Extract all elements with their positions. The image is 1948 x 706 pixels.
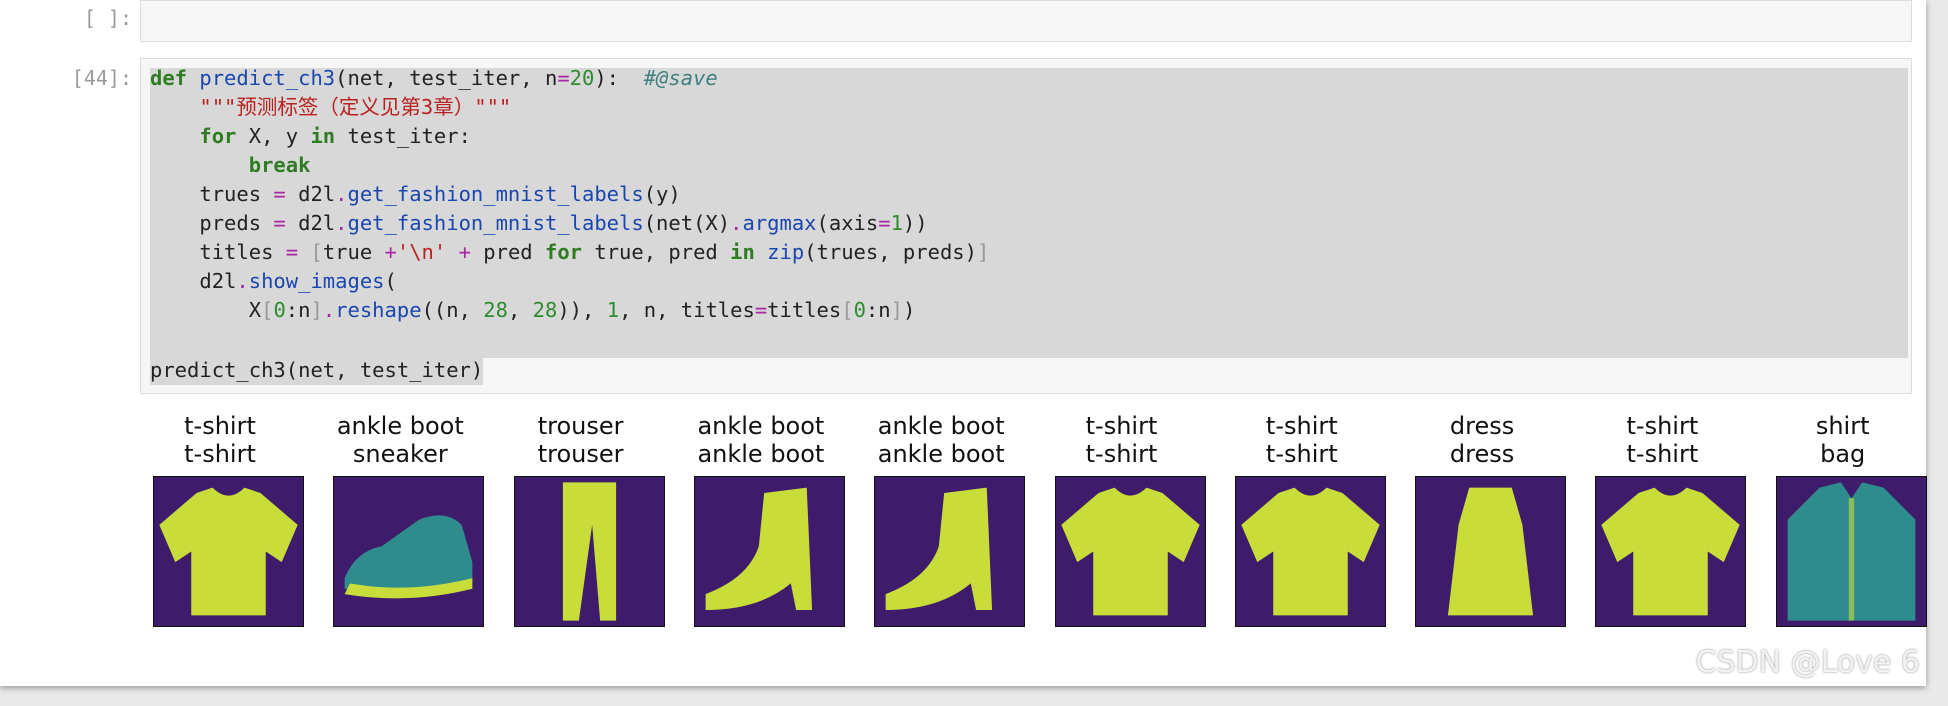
pred-label: ankle boot <box>697 440 825 468</box>
output-image-item: t-shirt t-shirt <box>1042 400 1206 627</box>
image-caption: t-shirt t-shirt <box>1222 412 1382 484</box>
watermark: CSDN @Love 6 <box>1695 645 1920 680</box>
true-label: dress <box>1449 412 1515 440</box>
output-image-item: dress dress <box>1402 400 1567 627</box>
tshirt-icon <box>1234 476 1386 627</box>
image-caption: t-shirt t-shirt <box>1042 412 1202 484</box>
notebook: [ ]: [44]: def predict_ch3(net, test_ite… <box>0 0 1927 686</box>
sneaker-icon <box>333 476 485 627</box>
true-label: ankle boot <box>336 412 464 440</box>
output-image-item: ankle boot sneaker <box>320 400 485 627</box>
image-caption: shirt bag <box>1763 412 1923 484</box>
pred-label: bag <box>1820 440 1866 468</box>
image-caption: ankle boot sneaker <box>320 412 480 484</box>
true-label: ankle boot <box>697 412 825 440</box>
shirt-icon <box>1775 476 1927 627</box>
output-image-item: ankle boot ankle boot <box>861 400 1026 627</box>
cell-prompt-empty: [ ]: <box>83 6 132 30</box>
true-label: t-shirt <box>1085 412 1158 440</box>
output-image-item: shirt bag <box>1763 400 1927 627</box>
pred-label: ankle boot <box>877 440 1005 468</box>
pred-label: t-shirt <box>184 440 256 468</box>
tshirt-icon <box>1595 476 1747 627</box>
true-label: t-shirt <box>184 412 256 440</box>
true-label: trouser <box>537 412 624 440</box>
tshirt-icon <box>153 476 304 627</box>
code-editor[interactable]: def predict_ch3(net, test_iter, n=20): #… <box>150 64 989 325</box>
ankle-boot-icon <box>874 476 1026 627</box>
dress-icon <box>1415 476 1567 627</box>
true-label: t-shirt <box>1265 412 1338 440</box>
pred-label: dress <box>1449 440 1515 468</box>
image-caption: ankle boot ankle boot <box>861 412 1021 484</box>
pred-label: t-shirt <box>1085 440 1158 468</box>
output-image-item: trouser trouser <box>501 400 665 627</box>
output-image-item: t-shirt t-shirt <box>1222 400 1386 627</box>
tshirt-icon <box>1054 476 1206 627</box>
image-caption: trouser trouser <box>501 412 661 484</box>
output-image-item: ankle boot ankle boot <box>681 400 845 627</box>
true-label: t-shirt <box>1626 412 1699 440</box>
pred-label: trouser <box>537 440 624 468</box>
ankle-boot-icon <box>693 476 845 627</box>
output-image-item: t-shirt t-shirt <box>140 400 304 627</box>
image-caption: t-shirt t-shirt <box>1582 412 1742 484</box>
trouser-icon <box>513 476 665 627</box>
pred-label: t-shirt <box>1265 440 1338 468</box>
pred-label: sneaker <box>352 440 448 468</box>
pred-label: t-shirt <box>1626 440 1699 468</box>
image-caption: ankle boot ankle boot <box>681 412 841 484</box>
output-image-item: t-shirt t-shirt <box>1582 400 1747 627</box>
image-caption: dress dress <box>1402 412 1562 484</box>
image-caption: t-shirt t-shirt <box>140 412 300 484</box>
true-label: ankle boot <box>877 412 1005 440</box>
cell-prompt-44: [44]: <box>71 66 132 90</box>
code-call-line[interactable]: predict_ch3(net, test_iter) <box>150 356 484 385</box>
true-label: shirt <box>1815 412 1870 440</box>
cell-output-images: t-shirt t-shirt ankle boot sneaker trouser… <box>140 400 1927 640</box>
empty-code-cell[interactable] <box>140 0 1912 42</box>
